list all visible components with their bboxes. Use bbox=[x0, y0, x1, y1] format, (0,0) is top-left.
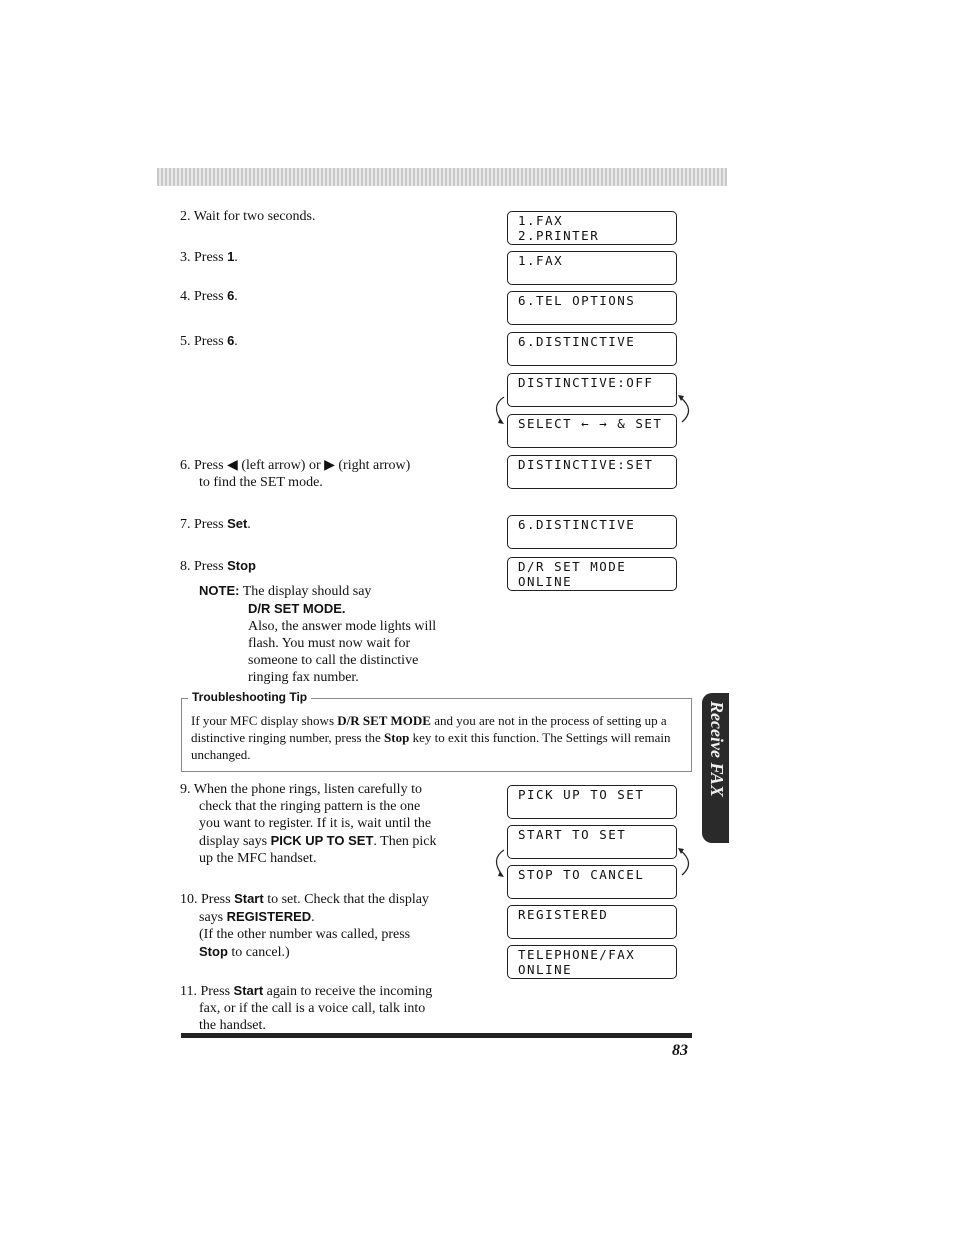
lcd-display: DISTINCTIVE:SET bbox=[507, 455, 677, 489]
step-2: 2. Wait for two seconds. bbox=[180, 209, 316, 224]
step-11: 11. Press Start again to receive the inc… bbox=[180, 983, 433, 1033]
header-band bbox=[157, 168, 727, 186]
note: NOTE: The display should say D/R SET MOD… bbox=[199, 583, 437, 685]
lcd-display: PICK UP TO SET bbox=[507, 785, 677, 819]
footer-rule bbox=[181, 1033, 692, 1038]
lcd-display: TELEPHONE/FAX ONLINE bbox=[507, 945, 677, 979]
lcd-display: D/R SET MODE ONLINE bbox=[507, 557, 677, 591]
lcd-display: REGISTERED bbox=[507, 905, 677, 939]
step-9: 9. When the phone rings, listen carefull… bbox=[180, 782, 437, 866]
manual-page: 2. Wait for two seconds. 3. Press 1. 4. … bbox=[0, 0, 954, 1235]
section-tab-receive-fax: Receive FAX bbox=[702, 693, 729, 843]
step-8: 8. Press Stop bbox=[180, 558, 256, 574]
step-6: 6. Press ◀ (left arrow) or ▶ (right arro… bbox=[180, 458, 411, 490]
tip-title: Troubleshooting Tip bbox=[188, 690, 312, 704]
step-3: 3. Press 1. bbox=[180, 249, 238, 265]
tip-text: If your MFC display shows D/R SET MODE a… bbox=[191, 713, 671, 762]
lcd-display: 1.FAX bbox=[507, 251, 677, 285]
step-5: 5. Press 6. bbox=[180, 333, 238, 349]
lcd-display: 6.DISTINCTIVE bbox=[507, 515, 677, 549]
cycle-arrows-icon bbox=[495, 395, 690, 424]
lcd-display: 1.FAX 2.PRINTER bbox=[507, 211, 677, 245]
step-7: 7. Press Set. bbox=[180, 516, 251, 532]
page-number: 83 bbox=[672, 1042, 688, 1059]
step-10: 10. Press Start to set. Check that the d… bbox=[180, 891, 429, 960]
lcd-display: 6.TEL OPTIONS bbox=[507, 291, 677, 325]
lcd-display: 6.DISTINCTIVE bbox=[507, 332, 677, 366]
cycle-arrows-icon bbox=[495, 848, 690, 877]
step-4: 4. Press 6. bbox=[180, 288, 238, 304]
